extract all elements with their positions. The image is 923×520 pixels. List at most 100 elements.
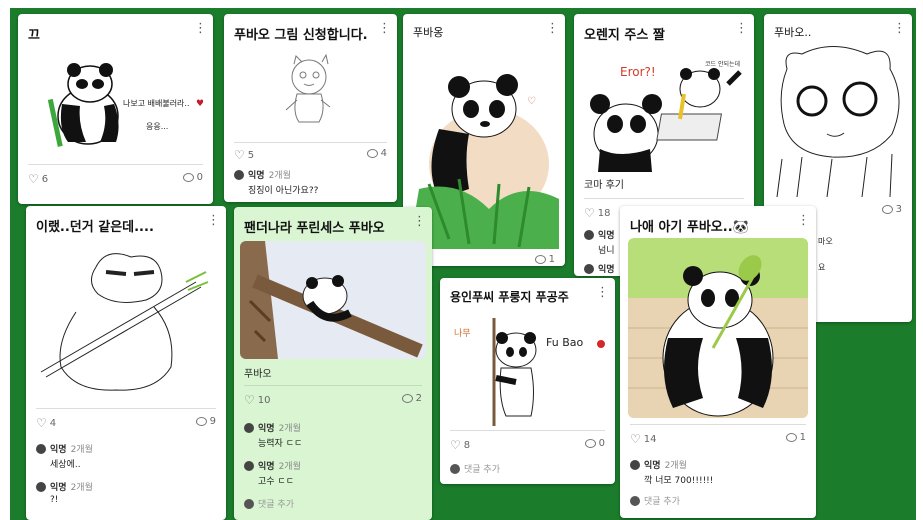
more-options-icon[interactable]: ⋮ [378,22,391,35]
comment: 익명 2개월 ?! [36,480,93,505]
post-image: 나보고 배배불러라.. 응응... ♥ [28,54,203,154]
comment: 익명 2개월 고수 ㄷㄷ [244,459,301,487]
post-image [772,39,906,199]
post-title: 용인푸씨 푸룽지 푸공주 [450,290,569,304]
comment-time: 2개월 [278,462,301,472]
more-options-icon[interactable]: ⋮ [797,214,810,227]
avatar [244,498,254,509]
comment: 익명 2개월 세상에.. [36,442,93,470]
divider [234,142,387,143]
like-button[interactable]: ♡ 5 [234,148,254,162]
like-button[interactable]: ♡ 6 [28,172,48,186]
comment: 익명 [584,262,615,275]
more-options-icon[interactable]: ⋮ [596,286,609,299]
comment-count: 3 [895,204,902,215]
comment-text: 요 [818,263,826,272]
comment-count-button[interactable]: 9 [195,416,216,427]
post-card[interactable]: 용인푸씨 푸룽지 푸공주 ⋮ 나무 Fu Bao ♡ 8 0 댓글 추가 [440,278,615,484]
comment-icon [881,205,893,214]
avatar [244,460,254,471]
add-comment-button[interactable]: 댓글 추가 [630,494,680,507]
comment-count-button[interactable]: 4 [366,148,387,159]
divider [630,424,806,425]
comment-text: ?! [50,495,59,505]
avatar [36,443,46,454]
post-image: Eror?! 코드 안되는데 [580,54,748,172]
post-card[interactable]: 끄 ⋮ 나보고 배배불러라.. 응응... ♥ ♡ 6 0 [18,14,213,204]
post-image: 나무 Fu Bao [446,308,609,426]
comment-count-button[interactable]: 1 [785,432,806,443]
comment-count: 1 [799,432,806,443]
like-count: 6 [41,173,49,185]
comment-icon [195,417,207,426]
comment-count-button[interactable]: 1 [534,254,555,265]
more-options-icon[interactable]: ⋮ [546,22,559,35]
post-card[interactable]: 푸바오 그림 신청합니다. ⋮ ♡ 5 4 익명 2개월 징징이 아닌가요?? [224,14,397,202]
more-options-icon[interactable]: ⋮ [893,22,906,35]
avatar [630,459,640,470]
comment-count-button[interactable]: 0 [584,438,605,449]
divider [36,408,216,409]
avatar [234,169,244,180]
comment-count: 2 [415,393,422,404]
post-title: 팬더나라 푸린세스 푸바오 [244,221,385,236]
post-image [264,52,364,137]
like-button[interactable]: ♡ 8 [450,438,470,452]
post-card[interactable]: 팬더나라 푸린세스 푸바오 ⋮ 푸바오 ♡ 10 2 익명 2개월 능력자 ㄷㄷ 익… [234,207,432,520]
post-card[interactable]: 나애 아기 푸바오..🐼 ⋮ ♡ 14 1 익명 2개월 깍 너모 700!!!!!… [620,206,816,518]
more-options-icon[interactable]: ⋮ [735,22,748,35]
avatar [450,463,460,474]
heart-icon: ♡ [584,206,595,220]
comment-icon [534,255,546,264]
svg-text:♡: ♡ [527,96,536,107]
like-count: 5 [247,149,255,161]
image-text: Fu Bao [546,336,583,349]
comment-author: 익명 [50,483,67,493]
comment-text: 넘니 [598,246,615,256]
comment-author: 익명 [248,171,265,181]
like-button[interactable]: ♡ 18 [584,206,611,220]
like-button[interactable]: ♡ 4 [36,416,56,430]
more-options-icon[interactable]: ⋮ [194,22,207,35]
comment-icon [182,173,194,182]
post-title: 오렌지 주스 짤 [584,28,665,43]
comment-count-button[interactable]: 0 [182,172,203,183]
image-text: 나보고 배배불러라.. [123,98,190,108]
heart-icon: ♡ [630,432,641,446]
post-title: 푸바오 그림 신청합니다. [234,28,368,43]
comment-time: 2개월 [70,445,93,455]
heart-icon: ♡ [450,438,461,452]
comment-author: 익명 [258,424,275,434]
post-title: 푸바옹 [413,26,444,39]
post-card[interactable]: 이랬..던거 같은데.... ⋮ ♡ 4 9 익명 2개월 세상에.. 익명 2개월 … [26,206,226,520]
comment-count-button[interactable]: 2 [401,393,422,404]
image-text: Eror?! [620,65,656,79]
post-title: 푸바오.. [774,26,812,39]
like-button[interactable]: ♡ 10 [244,393,271,407]
post-title: 끄 [28,28,40,43]
comment: 익명 2개월 징징이 아닌가요?? [234,168,318,196]
comment-icon [401,394,413,403]
comment-author: 익명 [50,445,67,455]
comment-count: 0 [196,172,203,183]
like-button[interactable]: ♡ 14 [630,432,657,446]
comment-count-button[interactable]: 3 [881,204,902,215]
add-comment-button[interactable]: 댓글 추가 [244,497,294,510]
comment-author: 익명 [598,265,615,275]
post-image [240,241,426,359]
comment-count: 4 [380,148,387,159]
image-text: 코드 안되는데 [705,60,740,68]
add-comment-label: 댓글 추가 [464,465,500,475]
comment-count: 0 [598,438,605,449]
more-options-icon[interactable]: ⋮ [207,214,220,227]
like-count: 8 [463,439,471,451]
add-comment-button[interactable]: 댓글 추가 [450,462,500,475]
heart-icon: ♡ [36,416,47,430]
comment-text: 고수 ㄷㄷ [258,477,294,487]
more-options-icon[interactable]: ⋮ [413,215,426,228]
comment-count: 9 [209,416,216,427]
post-title: 이랬..던거 같은데.... [36,220,154,235]
comment-count: 1 [548,254,555,265]
image-text: 응응... [146,122,168,131]
like-count: 10 [257,394,271,406]
